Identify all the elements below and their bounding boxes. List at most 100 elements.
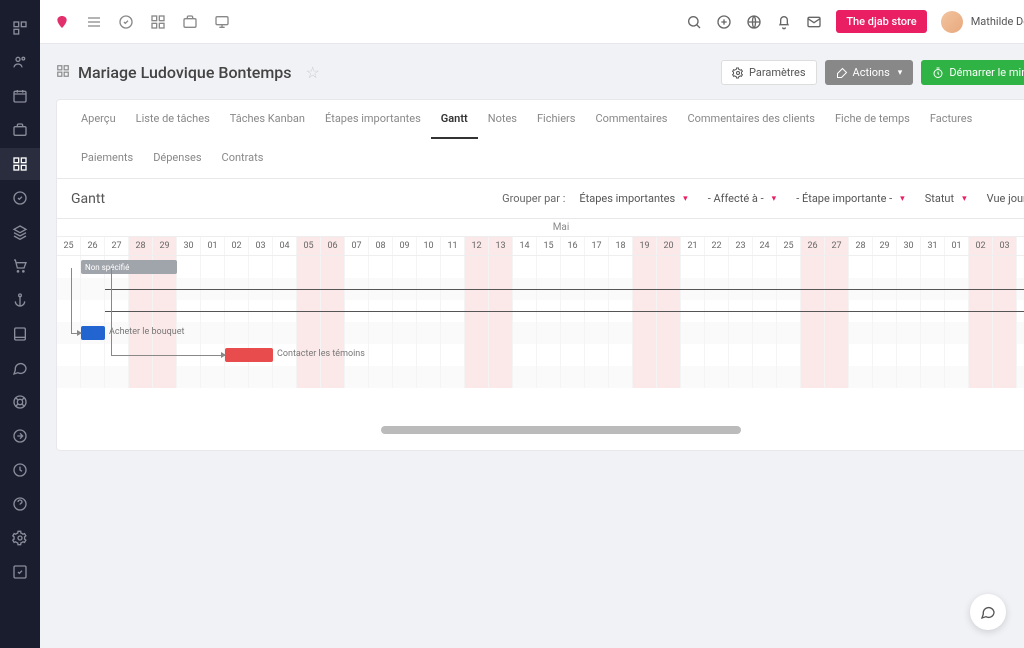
day-cell: 04: [273, 237, 297, 255]
tab-contrats[interactable]: Contrats: [212, 139, 274, 178]
gantt-bar[interactable]: [81, 326, 105, 340]
day-cell: 01: [201, 237, 225, 255]
tab-fiche-de-temps[interactable]: Fiche de temps: [825, 100, 920, 139]
day-cell: 13: [489, 237, 513, 255]
gantt-chart[interactable]: Mai 252627282930010203040506070809101112…: [57, 219, 1024, 450]
sidebar-item-apps[interactable]: [0, 148, 40, 180]
day-cell: 15: [537, 237, 561, 255]
day-cell: 08: [369, 237, 393, 255]
filter-view[interactable]: Vue jours: [981, 189, 1024, 208]
gantt-bar[interactable]: [225, 348, 273, 362]
tab-aperçu[interactable]: Aperçu: [71, 100, 126, 139]
sidebar-item-chat[interactable]: [0, 352, 40, 384]
sidebar-item-users[interactable]: [0, 46, 40, 78]
sidebar-item-edit[interactable]: [0, 556, 40, 588]
gantt-title: Gantt: [71, 191, 105, 207]
tab-liste-de-tâches[interactable]: Liste de tâches: [126, 100, 220, 139]
tab-étapes-importantes[interactable]: Étapes importantes: [315, 100, 431, 139]
logo-icon[interactable]: [54, 14, 70, 30]
day-cell: 14: [513, 237, 537, 255]
day-cell: 30: [177, 237, 201, 255]
group-by-label: Grouper par :: [502, 192, 565, 205]
day-cell: 06: [321, 237, 345, 255]
timer-button[interactable]: Démarrer le minuterie: [921, 60, 1024, 85]
sidebar-item-calendar[interactable]: [0, 80, 40, 112]
monitor-icon[interactable]: [214, 14, 230, 30]
tab-commentaires-des-clients[interactable]: Commentaires des clients: [677, 100, 825, 139]
day-cell: 07: [345, 237, 369, 255]
sidebar-item-layers[interactable]: [0, 216, 40, 248]
globe-icon[interactable]: [746, 14, 762, 30]
user-menu[interactable]: Mathilde Desroches: [941, 11, 1024, 33]
day-cell: 26: [801, 237, 825, 255]
day-cell: 19: [633, 237, 657, 255]
bell-icon[interactable]: [776, 14, 792, 30]
sidebar-item-cart[interactable]: [0, 250, 40, 282]
day-cell: 17: [585, 237, 609, 255]
tab-gantt[interactable]: Gantt: [431, 100, 478, 139]
filter-milestone[interactable]: Étapes importantes: [573, 189, 693, 208]
day-cell: 23: [729, 237, 753, 255]
tab-tâches-kanban[interactable]: Tâches Kanban: [220, 100, 315, 139]
menu-icon[interactable]: [86, 14, 102, 30]
filter-stage[interactable]: - Étape importante -: [790, 189, 911, 208]
filter-assigned[interactable]: - Affecté à -: [702, 189, 783, 208]
sidebar-item-settings[interactable]: [0, 522, 40, 554]
day-cell: 16: [561, 237, 585, 255]
day-cell: 25: [57, 237, 81, 255]
filter-status[interactable]: Statut: [919, 189, 973, 208]
day-cell: 29: [873, 237, 897, 255]
day-cell: 24: [753, 237, 777, 255]
sidebar-item-book[interactable]: [0, 318, 40, 350]
scrollbar[interactable]: [381, 426, 741, 434]
gantt-bar-label: Acheter le bouquet: [109, 327, 184, 337]
grid-icon[interactable]: [150, 14, 166, 30]
gantt-bar[interactable]: Non spécifié: [81, 260, 177, 274]
sidebar-item-support[interactable]: [0, 386, 40, 418]
tab-paiements[interactable]: Paiements: [71, 139, 143, 178]
sidebar-item-briefcase[interactable]: [0, 114, 40, 146]
sidebar: [0, 0, 40, 648]
day-cell: 25: [777, 237, 801, 255]
tab-dépenses[interactable]: Dépenses: [143, 139, 211, 178]
actions-button[interactable]: Actions: [825, 60, 914, 85]
star-icon[interactable]: ☆: [306, 63, 320, 82]
project-grid-icon: [56, 63, 70, 82]
tab-factures[interactable]: Factures: [920, 100, 982, 139]
day-cell: 03: [993, 237, 1017, 255]
day-cell: 30: [897, 237, 921, 255]
sidebar-item-tasks[interactable]: [0, 182, 40, 214]
day-cell: 01: [945, 237, 969, 255]
sidebar-item-export[interactable]: [0, 420, 40, 452]
topbar: The djab store Mathilde Desroches: [40, 0, 1024, 44]
sidebar-item-dashboard[interactable]: [0, 12, 40, 44]
day-cell: 11: [441, 237, 465, 255]
gantt-bar-label: Contacter les témoins: [277, 349, 365, 359]
briefcase-top-icon[interactable]: [182, 14, 198, 30]
sidebar-item-anchor[interactable]: [0, 284, 40, 316]
day-cell: 12: [465, 237, 489, 255]
day-cell: 29: [153, 237, 177, 255]
day-cell: 31: [921, 237, 945, 255]
tabs: AperçuListe de tâchesTâches KanbanÉtapes…: [57, 100, 1024, 179]
page-title: Mariage Ludovique Bontemps ☆: [56, 63, 320, 82]
day-cell: 27: [825, 237, 849, 255]
check-circle-icon[interactable]: [118, 14, 134, 30]
store-button[interactable]: The djab store: [836, 10, 926, 33]
search-icon[interactable]: [686, 14, 702, 30]
sidebar-item-help[interactable]: [0, 488, 40, 520]
day-cell: 21: [681, 237, 705, 255]
tab-notes[interactable]: Notes: [478, 100, 527, 139]
mail-icon[interactable]: [806, 14, 822, 30]
day-cell: 03: [249, 237, 273, 255]
day-cell: 27: [105, 237, 129, 255]
day-cell: 02: [969, 237, 993, 255]
month-label: Mai: [57, 219, 1024, 237]
plus-circle-icon[interactable]: [716, 14, 732, 30]
sidebar-item-time[interactable]: [0, 454, 40, 486]
chat-fab[interactable]: [970, 594, 1006, 630]
tab-fichiers[interactable]: Fichiers: [527, 100, 585, 139]
params-button[interactable]: Paramètres: [721, 60, 817, 85]
tab-commentaires[interactable]: Commentaires: [585, 100, 677, 139]
day-cell: 02: [225, 237, 249, 255]
